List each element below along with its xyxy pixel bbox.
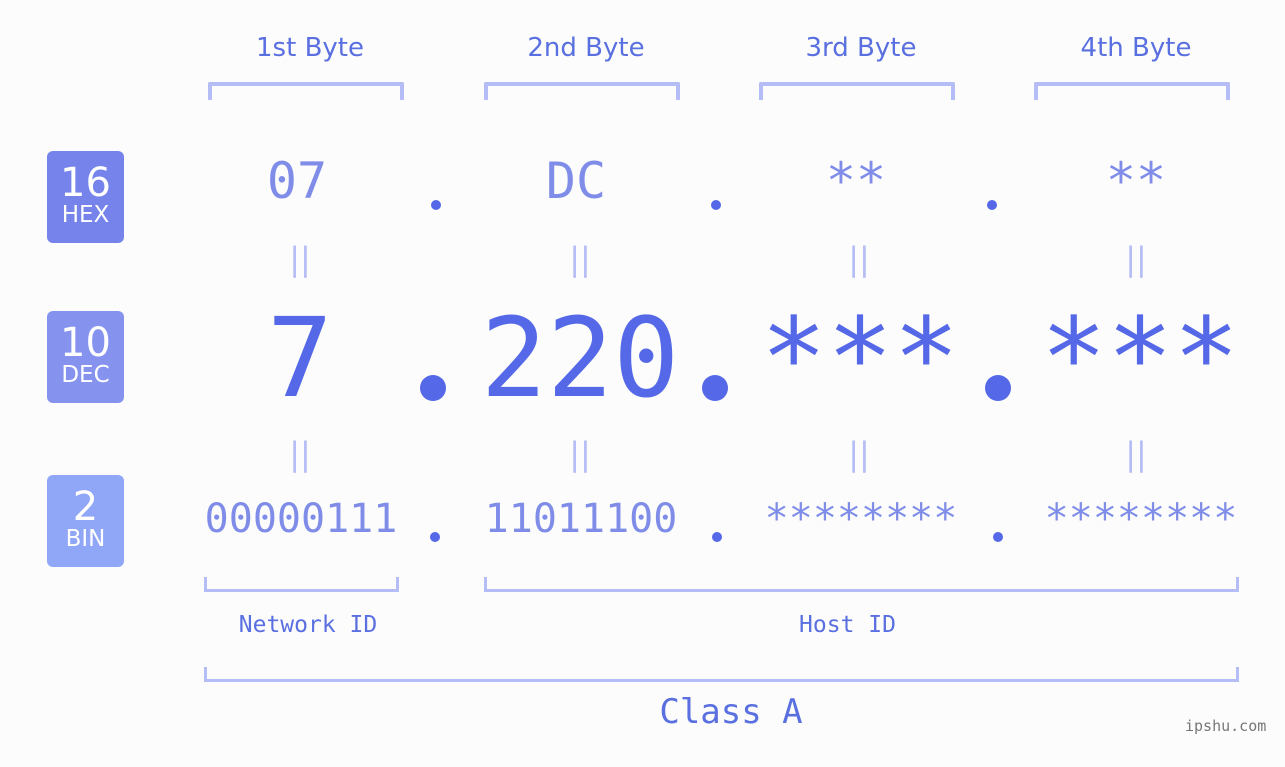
hex-byte-3: ** xyxy=(825,152,887,210)
bin-byte-4: ******** xyxy=(1044,496,1238,542)
hex-byte-4: ** xyxy=(1105,152,1167,210)
bin-separator-dot xyxy=(993,532,1003,542)
hex-byte-2: DC xyxy=(545,152,607,210)
bin-byte-1: 00000111 xyxy=(204,496,398,542)
dec-base-label: DEC xyxy=(61,362,110,388)
network-id-label: Network ID xyxy=(238,612,378,638)
dec-byte-1: 7 xyxy=(266,294,334,422)
watermark: ipshu.com xyxy=(1185,717,1267,735)
byte-bracket-2 xyxy=(484,82,680,100)
byte-header-3: 3rd Byte xyxy=(805,33,917,63)
bin-separator-dot xyxy=(430,532,440,542)
dec-byte-3: *** xyxy=(760,294,960,422)
hex-base-number: 16 xyxy=(60,160,111,206)
bin-byte-2: 11011100 xyxy=(484,496,678,542)
equals-sign: || xyxy=(848,240,870,278)
byte-bracket-4 xyxy=(1034,82,1230,100)
equals-sign: || xyxy=(569,435,591,473)
byte-header-4: 4th Byte xyxy=(1080,33,1192,63)
dec-badge: 10 DEC xyxy=(47,311,124,403)
hex-separator-dot xyxy=(711,200,721,210)
byte-bracket-3 xyxy=(759,82,955,100)
hex-byte-1: 07 xyxy=(266,152,328,210)
class-label: Class A xyxy=(659,692,803,732)
network-id-bracket xyxy=(204,577,399,592)
dec-base-number: 10 xyxy=(60,320,111,366)
dec-byte-2: 220 xyxy=(480,294,680,422)
equals-sign: || xyxy=(1125,240,1147,278)
equals-sign: || xyxy=(1125,435,1147,473)
byte-header-1: 1st Byte xyxy=(256,33,364,63)
bin-separator-dot xyxy=(712,532,722,542)
hex-base-label: HEX xyxy=(61,202,110,228)
bin-byte-3: ******** xyxy=(764,496,958,542)
dec-separator-dot xyxy=(420,375,446,401)
equals-sign: || xyxy=(569,240,591,278)
byte-header-2: 2nd Byte xyxy=(527,33,645,63)
bin-badge: 2 BIN xyxy=(47,475,124,567)
byte-bracket-1 xyxy=(208,82,404,100)
equals-sign: || xyxy=(289,240,311,278)
bin-base-label: BIN xyxy=(65,526,106,552)
host-id-label: Host ID xyxy=(799,612,896,638)
dec-separator-dot xyxy=(702,375,728,401)
hex-badge: 16 HEX xyxy=(47,151,124,243)
hex-separator-dot xyxy=(987,200,997,210)
equals-sign: || xyxy=(289,435,311,473)
equals-sign: || xyxy=(848,435,870,473)
host-id-bracket xyxy=(484,577,1239,592)
hex-separator-dot xyxy=(431,200,441,210)
dec-separator-dot xyxy=(985,375,1011,401)
bin-base-number: 2 xyxy=(72,484,99,530)
dec-byte-4: *** xyxy=(1040,294,1240,422)
class-bracket xyxy=(204,667,1239,682)
